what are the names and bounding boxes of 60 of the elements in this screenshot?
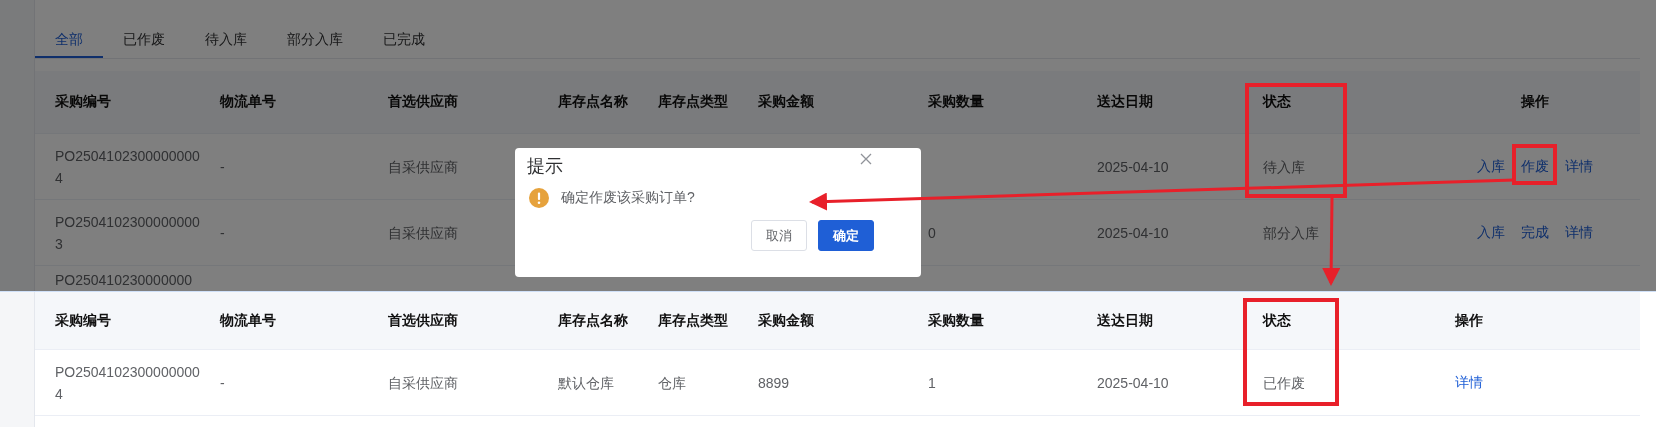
action-link[interactable]: 详情 bbox=[1565, 223, 1593, 242]
table-cell-text: 默认仓库 bbox=[558, 373, 614, 393]
column-header: 库存点名称 bbox=[557, 93, 629, 111]
column-header: 库存点类型 bbox=[657, 311, 729, 330]
dialog-button[interactable]: 确定 bbox=[818, 220, 874, 251]
column-header: 物流单号 bbox=[218, 93, 277, 111]
action-link[interactable]: 作废 bbox=[1521, 157, 1549, 176]
table-cell-text: 自采供应商 bbox=[388, 373, 458, 393]
filter-tab[interactable]: 已完成 bbox=[363, 22, 445, 58]
column-header: 采购金额 bbox=[757, 311, 815, 330]
column-header: 操作 bbox=[1520, 93, 1550, 111]
column-header: 采购金额 bbox=[757, 93, 815, 111]
column-header: 操作 bbox=[1454, 311, 1484, 330]
table-cell-text: - bbox=[220, 373, 225, 393]
table-cell-text: 8899 bbox=[758, 373, 790, 393]
table-cell-text: PO25041023000000003 bbox=[55, 212, 201, 254]
table-cell-text: PO250410230000000 bbox=[55, 271, 194, 290]
dialog-message: 确定作废该采购订单? bbox=[561, 189, 695, 207]
column-header: 采购编号 bbox=[54, 311, 112, 330]
column-header: 采购数量 bbox=[927, 93, 985, 111]
column-header: 采购数量 bbox=[927, 311, 985, 330]
table-cell-text: 2025-04-10 bbox=[1097, 373, 1169, 393]
column-header: 状态 bbox=[1261, 311, 1292, 330]
dialog-button[interactable]: 取消 bbox=[751, 220, 807, 251]
column-header: 送达日期 bbox=[1096, 311, 1154, 330]
dialog-title: 提示 bbox=[527, 155, 563, 178]
table-cell-text: 0 bbox=[928, 223, 936, 243]
table-cell-text: - bbox=[220, 157, 225, 177]
column-header: 送达日期 bbox=[1096, 93, 1154, 111]
action-link[interactable]: 入库 bbox=[1477, 223, 1505, 242]
table-cell-text: 待入库 bbox=[1263, 157, 1305, 177]
table-cell-text: 已作废 bbox=[1263, 373, 1305, 393]
filter-tab[interactable]: 待入库 bbox=[185, 22, 267, 58]
table-cell-text: 1 bbox=[928, 373, 936, 393]
table-cell-text: PO25041023000000004 bbox=[55, 362, 201, 404]
table-cell-text: 部分入库 bbox=[1263, 223, 1319, 243]
table-cell-text: 2025-04-10 bbox=[1097, 157, 1169, 177]
table-cell-text: PO25041023000000004 bbox=[55, 146, 201, 188]
filter-tab[interactable]: 已作废 bbox=[103, 22, 185, 58]
column-header: 库存点类型 bbox=[657, 93, 729, 111]
warning-icon bbox=[529, 188, 549, 208]
column-header: 首选供应商 bbox=[387, 93, 459, 111]
column-header: 首选供应商 bbox=[387, 311, 459, 330]
table-cell-text: 自采供应商 bbox=[388, 157, 458, 177]
highlight-frame bbox=[1512, 144, 1557, 185]
column-header: 物流单号 bbox=[218, 311, 277, 330]
action-link[interactable]: 完成 bbox=[1521, 223, 1549, 242]
column-header: 库存点名称 bbox=[557, 311, 629, 330]
action-link[interactable]: 详情 bbox=[1565, 157, 1593, 176]
action-link[interactable]: 入库 bbox=[1477, 157, 1505, 176]
filter-tab[interactable]: 全部 bbox=[35, 22, 103, 58]
table-cell-text: - bbox=[220, 223, 225, 243]
filter-tab[interactable]: 部分入库 bbox=[267, 22, 363, 58]
column-header: 状态 bbox=[1261, 93, 1292, 111]
table-cell-text: 2025-04-10 bbox=[1097, 223, 1169, 243]
column-header: 采购编号 bbox=[54, 93, 112, 111]
action-link[interactable]: 详情 bbox=[1455, 373, 1483, 392]
table-cell-text: 仓库 bbox=[658, 373, 686, 393]
table-cell-text: 自采供应商 bbox=[388, 223, 458, 243]
close-icon[interactable] bbox=[860, 153, 872, 165]
